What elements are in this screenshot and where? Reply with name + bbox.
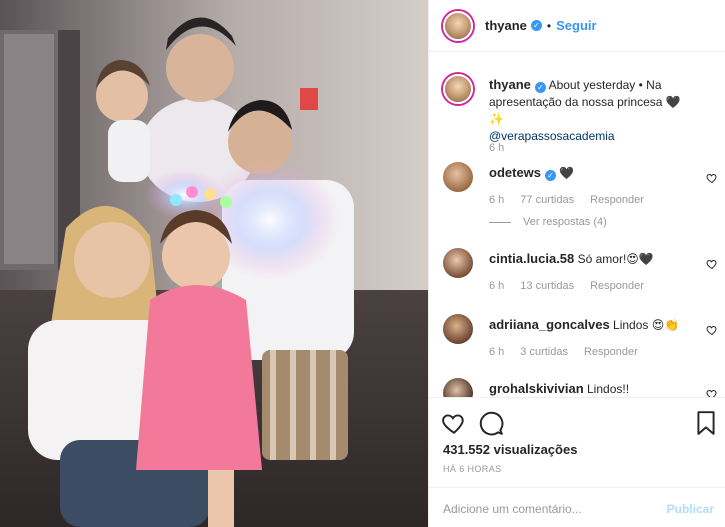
comment-meta: 6 h 3 curtidas Responder [489,346,638,358]
caption: thyane ✓ About yesterday • Na apresentaçã… [443,74,718,174]
post-timestamp[interactable]: HÁ 6 HORAS [443,464,502,474]
instagram-post: thyane ✓ • Seguir thyane ✓ About yesterda… [0,0,725,527]
replies-divider [489,221,511,223]
comment-item: odetews ✓ 🖤 6 h 77 curtidas Responder Ver… [443,162,718,232]
reply-button[interactable]: Responder [590,280,644,292]
heart-icon[interactable] [706,388,718,397]
follow-button[interactable]: Seguir [556,18,596,33]
comment-likes[interactable]: 77 curtidas [520,194,574,206]
avatar[interactable] [443,162,473,192]
add-comment-bar: Adicione um comentário... Publicar [429,487,725,527]
comment-body: grohalskivivian Lindos!! [489,380,694,397]
heart-icon[interactable] [441,410,467,436]
avatar[interactable] [443,10,473,41]
comment-item: cintia.lucia.58 Só amor!😍🖤 6 h 13 curtid… [443,248,718,298]
avatar[interactable] [443,248,473,278]
separator-dot: • [546,18,552,33]
comment-meta: 6 h 13 curtidas Responder [489,280,644,292]
comment-item: adriiana_goncalves Lindos 😍👏 6 h 3 curti… [443,314,718,364]
comment-text: 🖤 [559,166,575,180]
family-photo-image [0,0,428,527]
heart-icon[interactable] [706,258,718,270]
reply-button[interactable]: Responder [590,194,644,206]
comment-likes[interactable]: 13 curtidas [520,280,574,292]
comment-text: Lindos!! [587,382,630,396]
comment-time[interactable]: 6 h [489,346,504,358]
comment-likes[interactable]: 3 curtidas [520,346,568,358]
post-actions: 431.552 visualizações HÁ 6 HORAS [429,397,725,487]
comment-body: adriiana_goncalves Lindos 😍👏 [489,316,694,334]
comment-input[interactable]: Adicione um comentário... [443,502,582,516]
avatar[interactable] [443,314,473,344]
reply-button[interactable]: Responder [584,346,638,358]
caption-mention[interactable]: @verapassosacademia [489,129,615,143]
caption-meta: 6 h [489,142,504,154]
post-sidebar: thyane ✓ • Seguir thyane ✓ About yesterda… [428,0,725,527]
publish-button[interactable]: Publicar [667,502,714,516]
comment-time[interactable]: 6 h [489,194,504,206]
avatar[interactable] [443,378,473,397]
verified-icon: ✓ [530,20,542,31]
comment-time[interactable]: 6 h [489,280,504,292]
comment-text: Lindos 😍👏 [613,318,680,332]
comment-username[interactable]: grohalskivivian [489,381,584,396]
comment-body: cintia.lucia.58 Só amor!😍🖤 [489,250,694,268]
heart-icon[interactable] [706,172,718,184]
views-count[interactable]: 431.552 visualizações [443,442,577,457]
comment-username[interactable]: odetews [489,165,541,180]
post-photo[interactable] [0,0,428,527]
verified-icon: ✓ [545,170,557,181]
comment-text: Só amor!😍🖤 [577,252,654,266]
avatar[interactable] [443,74,473,104]
bookmark-icon[interactable] [693,410,719,436]
view-replies-label: Ver respostas (4) [523,216,607,228]
caption-username[interactable]: thyane [489,77,531,92]
post-header: thyane ✓ • Seguir [429,0,725,52]
comment-icon[interactable] [478,410,504,436]
comment-item: grohalskivivian Lindos!! [443,378,718,397]
comment-meta: 6 h 77 curtidas Responder [489,194,644,206]
verified-icon: ✓ [534,82,546,93]
view-replies-button[interactable]: Ver respostas (4) [489,216,607,228]
comment-username[interactable]: adriiana_goncalves [489,317,610,332]
comment-username[interactable]: cintia.lucia.58 [489,251,574,266]
header-username[interactable]: thyane [485,18,527,33]
heart-icon[interactable] [706,324,718,336]
comments-list[interactable]: thyane ✓ About yesterday • Na apresentaçã… [429,52,725,397]
caption-body: thyane ✓ About yesterday • Na apresentaçã… [489,76,694,145]
comment-body: odetews ✓ 🖤 [489,164,694,182]
caption-time[interactable]: 6 h [489,142,504,154]
